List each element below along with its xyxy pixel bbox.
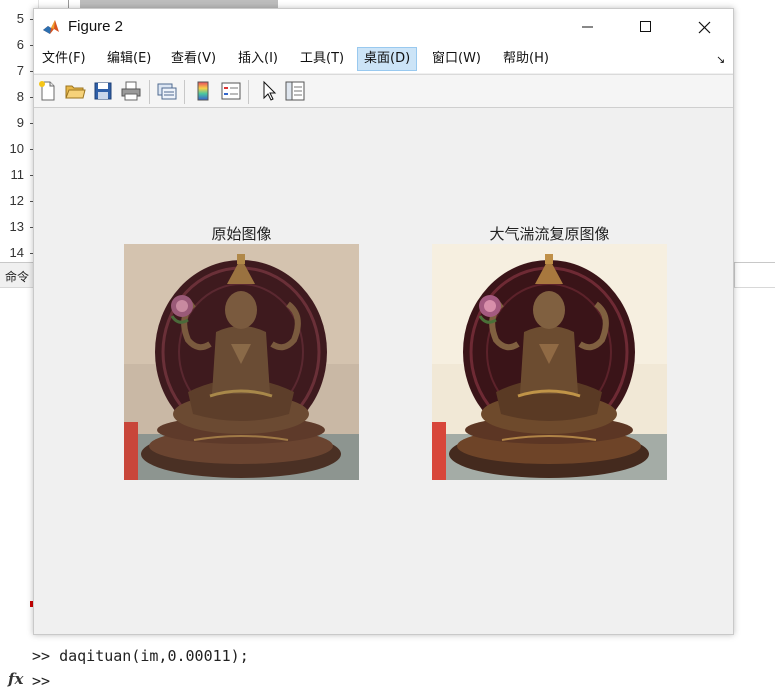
toolbar-separator bbox=[248, 80, 249, 104]
close-button[interactable] bbox=[675, 9, 733, 45]
figure-canvas[interactable]: 原始图像 大气湍流复原图像 bbox=[34, 109, 733, 634]
line-number: 12 bbox=[9, 193, 24, 208]
line-number: 7 bbox=[16, 63, 24, 78]
menu-insert[interactable]: 插入(I) bbox=[232, 47, 284, 71]
insert-legend-icon[interactable] bbox=[220, 80, 242, 102]
link-plot-icon[interactable] bbox=[156, 80, 178, 102]
line-number: 14 bbox=[9, 245, 24, 260]
new-figure-icon[interactable] bbox=[37, 80, 59, 102]
figure-toolbar bbox=[34, 74, 733, 108]
menu-tools[interactable]: 工具(T) bbox=[294, 47, 350, 71]
minimize-icon bbox=[582, 26, 593, 28]
save-icon[interactable] bbox=[92, 80, 114, 102]
command-window-title: 命令 bbox=[5, 270, 30, 284]
toolbar-separator bbox=[149, 80, 150, 104]
line-number: 13 bbox=[9, 219, 24, 234]
figure-window: Figure 2 文件(F) 编辑(E) 查看(V) 插入(I) 工具(T) 桌… bbox=[33, 8, 734, 635]
minimize-button[interactable] bbox=[559, 9, 617, 45]
original-image[interactable] bbox=[124, 244, 359, 480]
print-icon[interactable] bbox=[120, 80, 142, 102]
buddha-statue-restored-image bbox=[432, 244, 667, 480]
line-number: 9 bbox=[16, 115, 24, 130]
menu-help[interactable]: 帮助(H) bbox=[497, 47, 555, 71]
menu-edit[interactable]: 编辑(E) bbox=[101, 47, 157, 71]
function-browser-icon[interactable]: fx bbox=[8, 670, 23, 688]
maximize-button[interactable] bbox=[617, 9, 675, 45]
pointer-icon[interactable] bbox=[258, 80, 280, 102]
menu-desktop[interactable]: 桌面(D) bbox=[357, 47, 418, 71]
menu-bar: 文件(F) 编辑(E) 查看(V) 插入(I) 工具(T) 桌面(D) 窗口(W… bbox=[34, 45, 733, 73]
window-title: Figure 2 bbox=[68, 18, 124, 35]
restored-image[interactable] bbox=[432, 244, 667, 480]
menu-window[interactable]: 窗口(W) bbox=[426, 47, 487, 71]
open-file-icon[interactable] bbox=[64, 80, 86, 102]
toolbar-separator bbox=[184, 80, 185, 104]
right-axes-title: 大气湍流复原图像 bbox=[489, 225, 610, 243]
menu-file[interactable]: 文件(F) bbox=[36, 47, 92, 71]
line-number: 5 bbox=[16, 11, 24, 26]
screen: 5 6 7 8 9 10 11 12 13 14 命令 >> daqituan(… bbox=[0, 0, 775, 688]
line-number: 11 bbox=[10, 167, 25, 182]
command-history-line: >> daqituan(im,0.00011); bbox=[32, 647, 249, 665]
matlab-logo-icon bbox=[42, 18, 60, 36]
menu-view[interactable]: 查看(V) bbox=[165, 47, 222, 71]
maximize-icon bbox=[640, 21, 651, 32]
line-number: 8 bbox=[16, 89, 24, 104]
property-inspector-icon[interactable] bbox=[284, 80, 306, 102]
title-bar[interactable]: Figure 2 bbox=[34, 9, 733, 45]
command-gutter bbox=[0, 288, 30, 688]
insert-colorbar-icon[interactable] bbox=[192, 80, 214, 102]
line-number: 6 bbox=[16, 37, 24, 52]
editor-scrollbar-thumb[interactable] bbox=[80, 0, 278, 8]
line-number-gutter: 5 6 7 8 9 10 11 12 13 14 bbox=[0, 0, 30, 262]
buddha-statue-image bbox=[124, 244, 359, 480]
command-prompt[interactable]: >> bbox=[32, 672, 50, 688]
left-axes-title: 原始图像 bbox=[211, 225, 272, 243]
close-icon bbox=[698, 21, 710, 33]
command-window-header-actions[interactable] bbox=[734, 263, 775, 287]
menubar-overflow-icon[interactable]: ↘ bbox=[716, 53, 725, 66]
line-number: 10 bbox=[9, 141, 24, 156]
